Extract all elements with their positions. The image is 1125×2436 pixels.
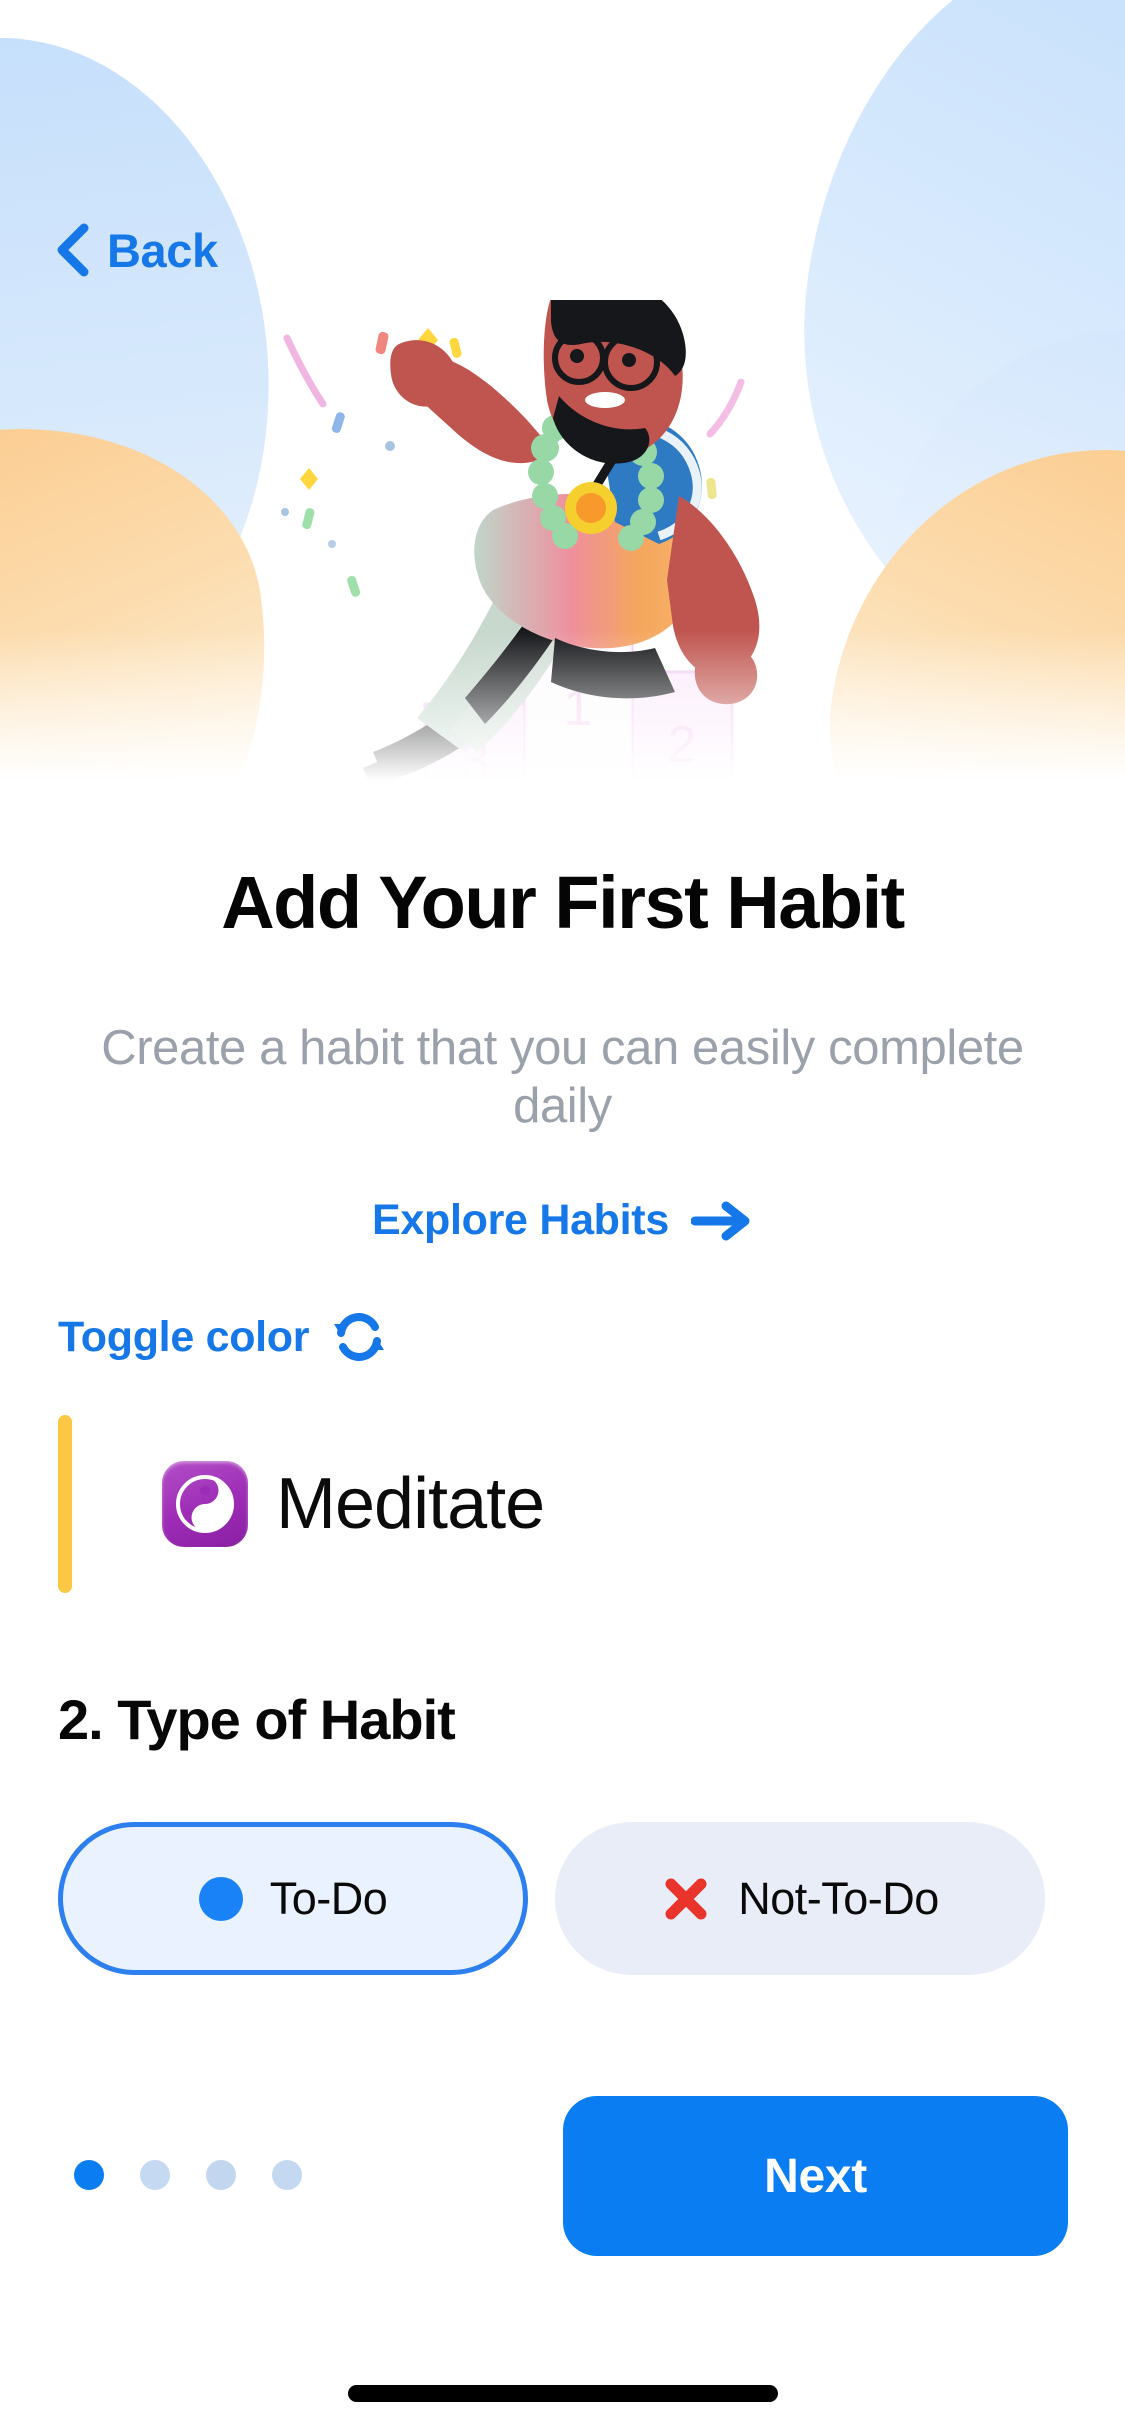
- habit-type-option-not-to-do[interactable]: Not-To-Do: [555, 1822, 1045, 1975]
- back-button[interactable]: Back: [54, 222, 218, 278]
- yin-yang-emoji[interactable]: [162, 1461, 248, 1547]
- pagination-dot-2[interactable]: [140, 2160, 170, 2190]
- habit-name-input[interactable]: Meditate: [58, 1404, 1068, 1604]
- text-cursor: [58, 1415, 72, 1593]
- habit-type-option-to-do[interactable]: To-Do: [58, 1822, 528, 1975]
- page-subtitle: Create a habit that you can easily compl…: [101, 1021, 1024, 1133]
- explore-habits-link[interactable]: Explore Habits: [0, 1196, 1125, 1245]
- pagination-dot-1[interactable]: [74, 2160, 104, 2190]
- app-screen: 3 1 2: [0, 0, 1125, 2436]
- yin-yang-glyph: [176, 1475, 234, 1533]
- habit-type-option-to-do-label: To-Do: [269, 1872, 388, 1924]
- page-title: Add Your First Habit: [221, 861, 905, 944]
- toggle-color-button[interactable]: Toggle color: [58, 1312, 387, 1362]
- explore-habits-label: Explore Habits: [372, 1196, 669, 1244]
- red-cross-icon: [665, 1878, 707, 1919]
- section-type-of-habit-heading: 2. Type of Habit: [58, 1688, 456, 1751]
- pagination-dots: [74, 2160, 302, 2190]
- blue-dot-icon: [198, 1876, 243, 1921]
- next-button[interactable]: Next: [563, 2096, 1068, 2256]
- habit-type-options: To-Do Not-To-Do: [58, 1822, 1068, 1975]
- hero-header: 3 1 2: [0, 0, 1125, 840]
- arrow-right-icon: [690, 1201, 750, 1240]
- pagination-dot-4[interactable]: [272, 2160, 302, 2190]
- toggle-color-label: Toggle color: [58, 1312, 310, 1361]
- back-label: Back: [107, 223, 218, 277]
- pagination-dot-3[interactable]: [206, 2160, 236, 2190]
- home-indicator: [347, 2385, 778, 2402]
- habit-name-value: Meditate: [276, 1464, 545, 1544]
- refresh-sync-icon: [334, 1313, 385, 1361]
- habit-type-option-not-to-do-label: Not-To-Do: [738, 1872, 939, 1924]
- chevron-left-icon: [57, 223, 89, 277]
- hero-fade-overlay: [0, 630, 1125, 840]
